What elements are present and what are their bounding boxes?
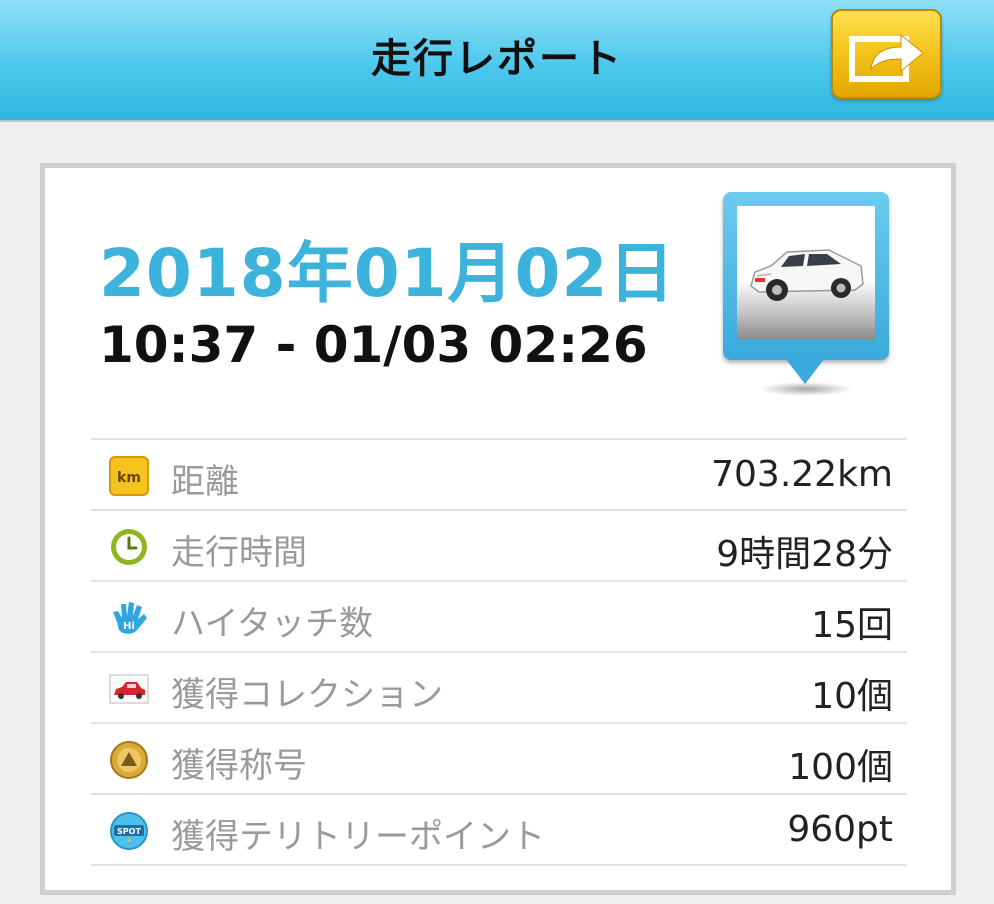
- stats-list: km 距離 703.22km 走行時間 9時間28分 Hi ハイタッチ数 15回: [91, 438, 907, 866]
- hi-hand-icon: Hi: [113, 602, 147, 634]
- clock-icon: [111, 529, 147, 565]
- report-card: 2018年01月02日 10:37 - 01/03 02:26 km 距離 70…: [40, 163, 956, 895]
- red-car-icon: [109, 674, 149, 704]
- stat-row-high-five: Hi ハイタッチ数 15回: [91, 582, 907, 653]
- stat-label: 距離: [171, 462, 239, 502]
- stat-value: 15回: [811, 605, 893, 646]
- km-icon: km: [109, 456, 149, 496]
- spot-icon-text: SPOT: [117, 827, 141, 836]
- pin-pointer: [785, 358, 825, 384]
- stat-label: 獲得テリトリーポイント: [171, 817, 545, 857]
- report-time-range: 10:37 - 01/03 02:26: [99, 316, 648, 374]
- stat-label: 走行時間: [171, 533, 307, 573]
- stat-label: 獲得称号: [171, 746, 307, 786]
- stat-value: 960pt: [787, 809, 893, 850]
- share-arrow-icon: [849, 33, 924, 82]
- stat-row-collection: 獲得コレクション 10個: [91, 653, 907, 724]
- white-suv-car-image: [750, 249, 864, 301]
- app-header: 走行レポート: [0, 0, 994, 122]
- vehicle-photo: [737, 206, 875, 340]
- stat-row-drive-time: 走行時間 9時間28分: [91, 511, 907, 582]
- report-date: 2018年01月02日: [99, 235, 676, 312]
- hi-icon-text: Hi: [123, 621, 135, 632]
- stat-row-titles: 獲得称号 100個: [91, 724, 907, 795]
- vehicle-pin-frame: [723, 192, 889, 360]
- stat-row-territory-points: SPOT 獲得テリトリーポイント 960pt: [91, 795, 907, 866]
- medal-icon: [110, 741, 148, 779]
- stat-value: 100個: [788, 747, 893, 788]
- spot-icon: SPOT: [110, 812, 148, 850]
- pin-shadow: [759, 382, 853, 396]
- stat-label: 獲得コレクション: [171, 675, 443, 715]
- stat-row-distance: km 距離 703.22km: [91, 440, 907, 511]
- vehicle-pin[interactable]: [723, 192, 889, 402]
- stat-value: 10個: [811, 676, 893, 717]
- share-button[interactable]: [831, 9, 942, 99]
- stat-label: ハイタッチ数: [171, 604, 373, 644]
- stat-value: 703.22km: [711, 454, 893, 495]
- stat-value: 9時間28分: [716, 534, 893, 575]
- km-icon-text: km: [117, 470, 141, 486]
